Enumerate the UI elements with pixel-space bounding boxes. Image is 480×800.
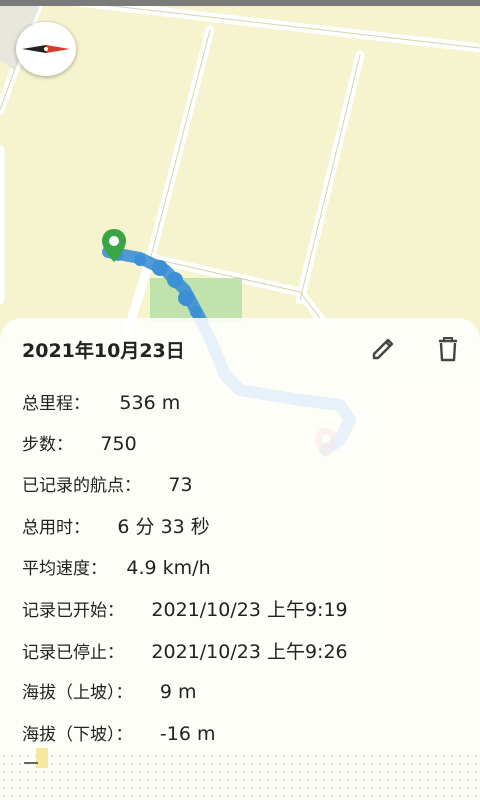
stat-label: 记录已开始：: [22, 601, 124, 621]
status-bar: [0, 0, 480, 6]
start-pin-icon: [100, 228, 128, 264]
stat-row-stop-time: 记录已停止： 2021/10/23 上午9:26: [22, 637, 348, 664]
stat-value: 73: [168, 474, 193, 496]
stat-label: 平均速度：: [22, 559, 107, 579]
stat-value: -16 m: [159, 723, 216, 745]
stat-row-start-time: 记录已开始： 2021/10/23 上午9:19: [22, 595, 348, 622]
stat-row-waypoints: 已记录的航点： 73: [22, 471, 193, 496]
stat-row-speed: 平均速度： 4.9 km/h: [22, 554, 211, 579]
delete-button[interactable]: [432, 334, 464, 364]
stat-row-descent: 海拔（下坡）： -16 m: [22, 720, 216, 745]
stat-label: 总里程：: [22, 394, 90, 414]
stat-row-ascent: 海拔（上坡）： 9 m: [22, 678, 197, 703]
stat-value: 2021/10/23 上午9:19: [151, 599, 348, 621]
stat-label: 步数：: [22, 435, 73, 455]
stat-row-duration: 总用时： 6 分 33 秒: [22, 512, 210, 539]
stat-value: 9 m: [159, 681, 197, 703]
stat-row-steps: 步数： 750: [22, 430, 137, 455]
stat-label: 已记录的航点：: [22, 476, 141, 496]
stat-label: 总用时：: [22, 518, 90, 538]
compass-icon[interactable]: [16, 22, 76, 76]
stat-row-distance: 总里程： 536 m: [22, 389, 180, 414]
stat-value: 536 m: [119, 392, 181, 414]
stat-value: 4.9 km/h: [126, 557, 211, 579]
edit-button[interactable]: [368, 334, 400, 364]
scroll-fade-pattern: [0, 752, 480, 800]
stat-value: 2021/10/23 上午9:26: [151, 641, 348, 663]
stat-value: 6 分 33 秒: [117, 516, 210, 538]
stat-label: 海拔（上坡）：: [22, 683, 133, 703]
stat-label: 记录已停止：: [22, 643, 124, 663]
pencil-icon: [372, 338, 394, 360]
divider: [24, 762, 38, 764]
stat-value: 750: [100, 433, 137, 455]
stat-label: 海拔（下坡）：: [22, 725, 133, 745]
record-title: 2021年10月23日: [22, 340, 185, 362]
trash-icon: [439, 337, 457, 362]
partial-icon: [36, 748, 48, 768]
